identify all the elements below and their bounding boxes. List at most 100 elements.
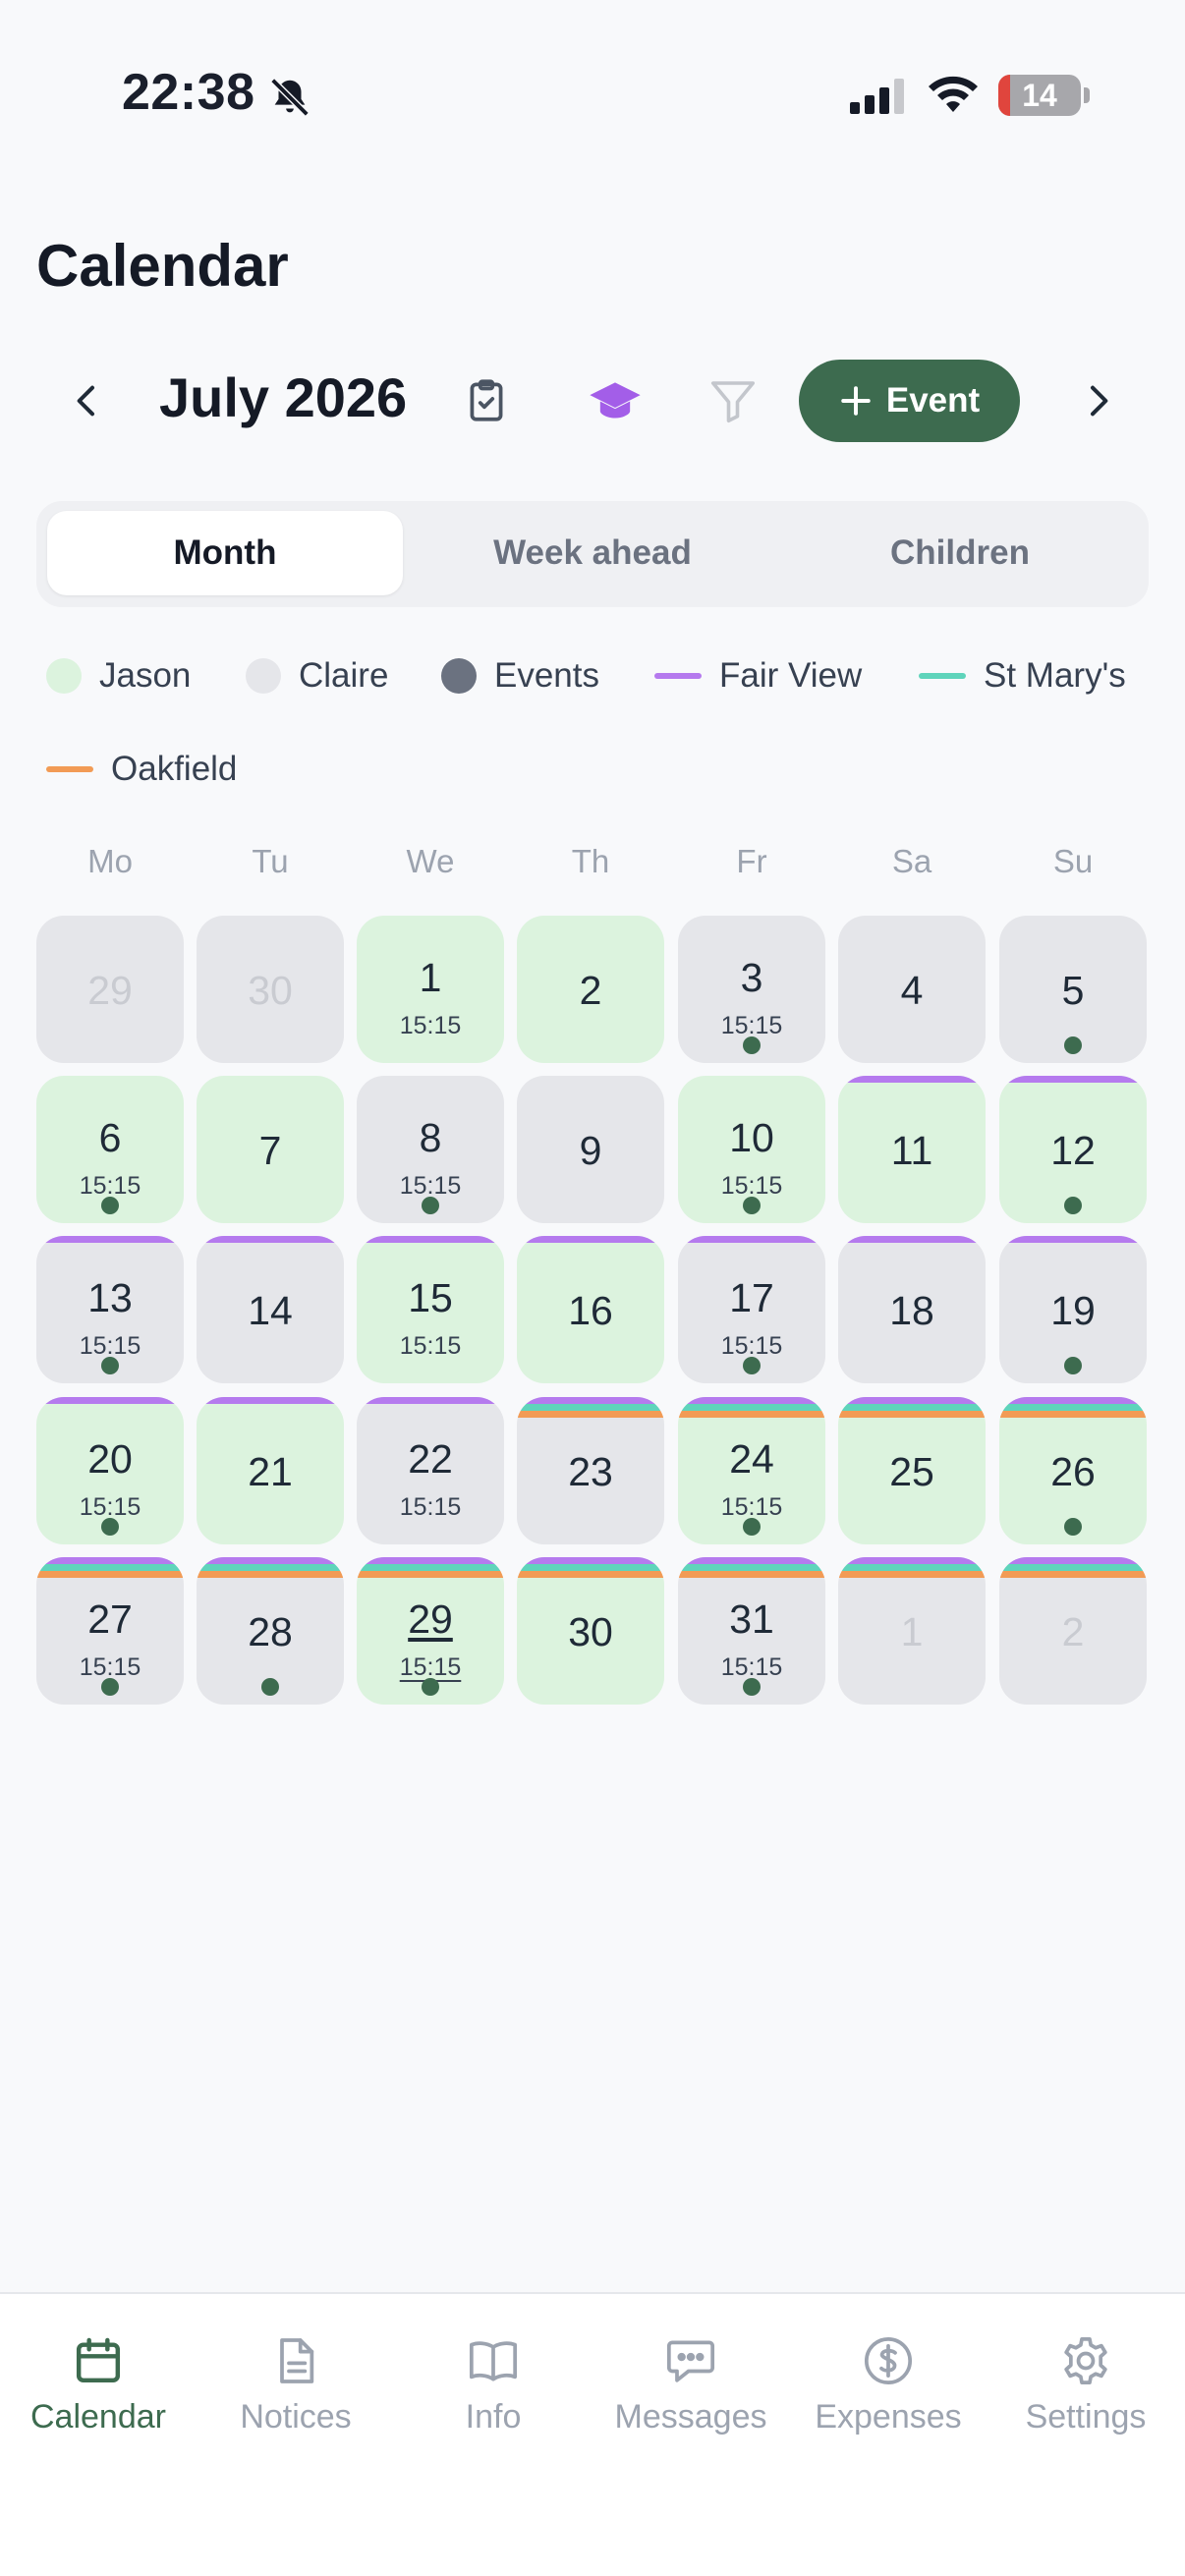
tasks-button[interactable]	[452, 366, 521, 435]
event-dot	[743, 1518, 761, 1536]
day-number: 14	[248, 1288, 293, 1333]
school-stripe-fairview	[197, 1397, 344, 1404]
day-cell[interactable]: 30	[517, 1557, 664, 1705]
day-cell[interactable]: 21	[197, 1397, 344, 1544]
status-time: 22:38	[122, 64, 255, 121]
day-cell[interactable]: 30	[197, 916, 344, 1063]
event-dot	[1064, 1357, 1082, 1374]
day-cell[interactable]: 2	[999, 1557, 1147, 1705]
school-stripe-fairview	[838, 1236, 986, 1243]
legend-item-events: Events	[441, 651, 599, 700]
legend-swatch	[246, 658, 281, 694]
school-stripe-oakfield	[999, 1571, 1147, 1578]
previous-month-button[interactable]	[53, 366, 122, 435]
day-cell[interactable]: 24 15:15	[678, 1397, 825, 1544]
day-cell[interactable]: 12	[999, 1076, 1147, 1223]
school-term-stripes	[999, 1236, 1147, 1243]
school-term-stripes	[678, 1557, 825, 1578]
day-cell[interactable]: 29 15:15	[357, 1557, 504, 1705]
add-event-button[interactable]: Event	[799, 360, 1020, 442]
day-number: 28	[248, 1609, 293, 1654]
battery-cap	[1084, 87, 1090, 103]
day-cell[interactable]: 26	[999, 1397, 1147, 1544]
day-cell[interactable]: 11	[838, 1076, 986, 1223]
event-dot	[261, 1678, 279, 1696]
bottom-tab-bar: Calendar Notices Info Messages Expenses Setti…	[0, 2292, 1185, 2576]
message-icon	[661, 2331, 720, 2390]
school-stripe-stmarys	[357, 1564, 504, 1571]
signal-icon	[848, 77, 907, 121]
school-term-stripes	[36, 1236, 184, 1243]
legend-item-st-mary-s: St Mary's	[919, 651, 1126, 700]
school-stripe-stmarys	[838, 1564, 986, 1571]
day-number: 21	[248, 1449, 293, 1494]
event-dot	[743, 1357, 761, 1374]
day-number: 30	[568, 1609, 613, 1654]
legend-label: Claire	[299, 656, 389, 695]
tab-children[interactable]: Children	[782, 511, 1138, 595]
day-cell[interactable]: 18	[838, 1236, 986, 1383]
filter-button[interactable]	[699, 366, 767, 435]
day-cell[interactable]: 22 15:15	[357, 1397, 504, 1544]
school-term-stripes	[357, 1236, 504, 1243]
gear-icon	[1056, 2331, 1115, 2390]
dollar-icon	[859, 2331, 918, 2390]
day-cell[interactable]: 14	[197, 1236, 344, 1383]
graduation-cap-icon	[590, 382, 641, 419]
day-number: 22	[408, 1436, 453, 1482]
day-number: 9	[579, 1128, 602, 1173]
day-cell[interactable]: 10 15:15	[678, 1076, 825, 1223]
day-cell[interactable]: 20 15:15	[36, 1397, 184, 1544]
day-cell[interactable]: 19	[999, 1236, 1147, 1383]
legend-swatch	[46, 658, 82, 694]
day-cell[interactable]: 17 15:15	[678, 1236, 825, 1383]
event-dot	[743, 1678, 761, 1696]
tab-messages[interactable]: Messages	[592, 2331, 789, 2436]
day-cell[interactable]: 1	[838, 1557, 986, 1705]
day-cell[interactable]: 25	[838, 1397, 986, 1544]
day-number: 31	[729, 1596, 774, 1642]
day-cell[interactable]: 9	[517, 1076, 664, 1223]
school-term-stripes	[678, 1397, 825, 1418]
school-stripe-fairview	[678, 1557, 825, 1564]
school-term-stripes	[838, 1236, 986, 1243]
day-cell[interactable]: 16	[517, 1236, 664, 1383]
battery-level: 14	[1022, 78, 1057, 113]
tab-notices[interactable]: Notices	[198, 2331, 394, 2436]
day-cell[interactable]: 15 15:15	[357, 1236, 504, 1383]
school-stripe-stmarys	[197, 1564, 344, 1571]
tab-month[interactable]: Month	[47, 511, 403, 595]
tab-label: Messages	[614, 2398, 767, 2436]
school-stripe-stmarys	[678, 1564, 825, 1571]
day-cell[interactable]: 13 15:15	[36, 1236, 184, 1383]
day-cell[interactable]: 4	[838, 916, 986, 1063]
tab-expenses[interactable]: Expenses	[790, 2331, 987, 2436]
school-term-stripes	[36, 1397, 184, 1404]
school-stripe-fairview	[357, 1236, 504, 1243]
day-cell[interactable]: 3 15:15	[678, 916, 825, 1063]
day-cell[interactable]: 7	[197, 1076, 344, 1223]
plus-icon	[841, 386, 871, 416]
document-icon	[266, 2331, 325, 2390]
day-cell[interactable]: 23	[517, 1397, 664, 1544]
day-cell[interactable]: 5	[999, 916, 1147, 1063]
day-cell[interactable]: 6 15:15	[36, 1076, 184, 1223]
legend-item-claire: Claire	[246, 651, 388, 700]
day-cell[interactable]: 8 15:15	[357, 1076, 504, 1223]
day-cell[interactable]: 29	[36, 916, 184, 1063]
next-month-button[interactable]	[1063, 366, 1132, 435]
day-cell[interactable]: 2	[517, 916, 664, 1063]
tab-calendar[interactable]: Calendar	[0, 2331, 197, 2436]
tab-week-ahead[interactable]: Week ahead	[415, 511, 770, 595]
school-term-stripes	[517, 1557, 664, 1578]
school-stripe-oakfield	[678, 1571, 825, 1578]
tab-info[interactable]: Info	[395, 2331, 592, 2436]
tab-settings[interactable]: Settings	[988, 2331, 1184, 2436]
school-stripe-oakfield	[517, 1411, 664, 1418]
day-cell[interactable]: 31 15:15	[678, 1557, 825, 1705]
bell-muted-icon	[267, 75, 312, 120]
day-cell[interactable]: 27 15:15	[36, 1557, 184, 1705]
day-cell[interactable]: 1 15:15	[357, 916, 504, 1063]
school-calendar-button[interactable]	[581, 366, 649, 435]
day-cell[interactable]: 28	[197, 1557, 344, 1705]
